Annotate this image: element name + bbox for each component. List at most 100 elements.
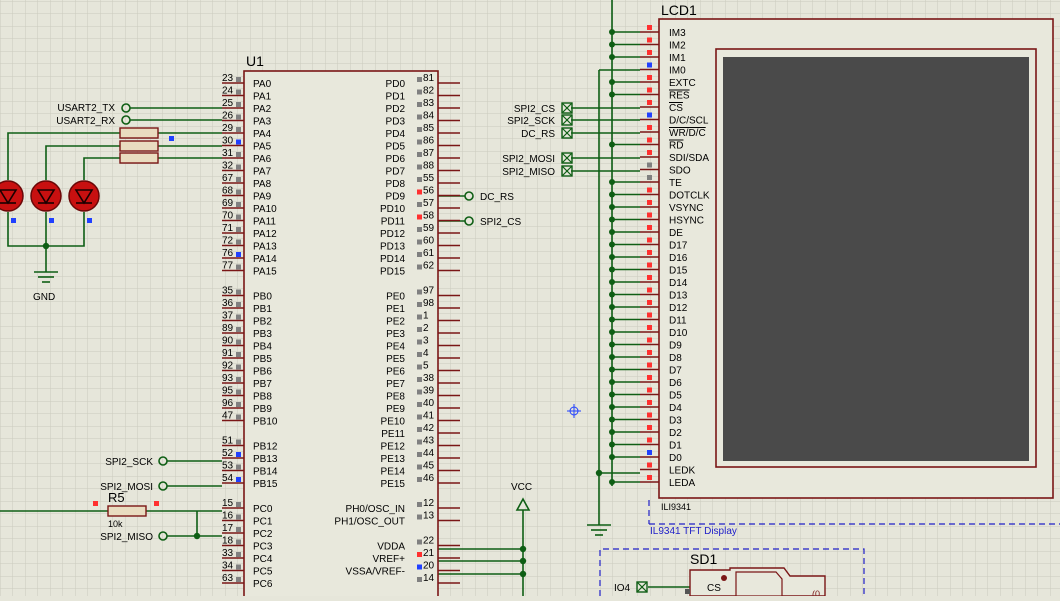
lcd-pin-marker (647, 87, 652, 93)
u1-pin-number: 63 (222, 573, 234, 584)
lcd-pin-label: WR/D/C (669, 128, 706, 139)
lcd-pin-label: HSYNC (669, 216, 704, 227)
u1-pin-label: PE9 (386, 404, 405, 415)
lcd-pin-label: IM1 (669, 53, 686, 64)
u1-pin-label: PA9 (253, 192, 272, 203)
u1-pin-marker (236, 389, 241, 395)
u1-pin-label: PB2 (253, 317, 272, 328)
resistor-pack[interactable] (119, 127, 159, 164)
u1-pin-number: 17 (222, 523, 234, 534)
u1-name: U1 (246, 53, 264, 69)
lcd-pin-marker (647, 300, 652, 305)
u1-pin-marker (236, 327, 241, 332)
u1-pin-number: 13 (423, 511, 435, 522)
u1-pin-label: PC6 (253, 579, 273, 590)
lcd-pin-label: D0 (669, 453, 682, 464)
u1-pin-number: 96 (222, 398, 234, 409)
lcd-terminal-label: SPI2_CS (514, 104, 555, 115)
u1-pin-label: PD13 (380, 242, 405, 253)
lcd-pin-marker (647, 162, 652, 168)
u1-pin-number: 39 (423, 386, 435, 397)
u1-pin-marker (417, 427, 422, 432)
u1-pin-marker (417, 452, 422, 457)
u1-pin-label: PA6 (253, 154, 272, 165)
u1-pin-label: PB5 (253, 354, 272, 365)
schematic-canvas[interactable]: GND R5 10k USART2_TX USART2_RX SPI2_SCK … (0, 0, 1060, 601)
u1-pin-marker (417, 464, 422, 470)
u1-pin-marker (236, 502, 241, 507)
u1-pin-label: PD11 (381, 217, 406, 228)
u1-pin-marker (236, 552, 241, 557)
lcd-pin-marker (647, 25, 652, 30)
lcd-part: ILI9341 (661, 502, 691, 512)
lcd-pin-marker (647, 237, 652, 243)
u1-pin-label: PB8 (253, 392, 272, 403)
sd-pin-cs: CS (707, 583, 721, 594)
label-dc-rs: DC_RS (480, 192, 514, 203)
lcd-pin-label: D5 (669, 391, 682, 402)
u1-pin-marker (417, 389, 422, 395)
u1-pin-marker (417, 202, 422, 207)
lcd-screen[interactable] (723, 57, 1029, 461)
lcd-pin-label: LEDK (669, 466, 695, 477)
u1-pin-label: PD10 (380, 204, 405, 215)
lcd-pin-label: EXTC (669, 78, 696, 89)
u1-pin-label: PE2 (386, 317, 405, 328)
lcd-pin-marker (647, 37, 652, 43)
u1-pin-label: PA12 (253, 229, 277, 240)
u1-pin-number: 31 (222, 148, 234, 159)
u1-pin-number: 59 (423, 223, 435, 234)
u1-pin-number: 55 (423, 173, 435, 184)
u1-pin-label: PB7 (253, 379, 272, 390)
u1-pin-marker (236, 114, 241, 120)
u1-pin-number: 54 (222, 473, 234, 484)
lcd-pin-label: DOTCLK (669, 191, 710, 202)
u1-pin-number: 67 (222, 173, 234, 184)
u1-pin-number: 37 (222, 311, 234, 322)
u1-pin-label: PD5 (386, 142, 406, 153)
lcd-pin-marker (647, 175, 652, 180)
u1-pin-label: PC0 (253, 504, 273, 515)
u1-pin-marker (236, 339, 241, 345)
lcd-pin-marker (647, 462, 652, 468)
u1-pin-number: 53 (222, 461, 234, 472)
u1-pin-number: 98 (423, 298, 435, 309)
lcd-desc: IL9341 TFT Display (650, 526, 737, 537)
u1-pin-label: PA0 (253, 79, 272, 90)
u1-pin-marker (417, 189, 422, 195)
u1-pin-label: PD15 (380, 267, 405, 278)
u1-pin-number: 29 (222, 123, 234, 134)
u1-pin-label: PD14 (380, 254, 405, 265)
u1-pin-number: 25 (222, 98, 234, 109)
u1-pin-marker (417, 364, 422, 370)
lcd-pin-marker (647, 150, 652, 155)
u1-pin-number: 24 (222, 86, 234, 97)
label-spi-sck: SPI2_SCK (105, 457, 153, 468)
schematic-svg[interactable]: GND R5 10k USART2_TX USART2_RX SPI2_SCK … (0, 0, 1060, 601)
u1-pin-label: PE7 (386, 379, 405, 390)
u1-pin-label: PA2 (253, 104, 272, 115)
u1-pin-number: 89 (222, 323, 234, 334)
u1-pin-marker (417, 239, 422, 245)
u1-pin-number: 81 (423, 73, 435, 84)
lcd-pin-marker (647, 437, 652, 443)
u1-pin-marker (236, 202, 241, 207)
u1-pin-marker (417, 327, 422, 332)
u1-pin-marker (236, 314, 241, 320)
u1-pin-number: 14 (423, 573, 435, 584)
u1-pin-marker (417, 139, 422, 145)
u1-pin-number: 42 (423, 423, 435, 434)
u1-pin-number: 20 (423, 561, 435, 572)
u1-pin-number: 35 (222, 286, 234, 297)
u1-pin-marker (236, 364, 241, 370)
u1-pin-number: 18 (222, 536, 234, 547)
u1-pin-label: PA3 (253, 117, 272, 128)
u1-pin-marker (236, 564, 241, 570)
u1-pin-marker (417, 127, 422, 132)
u1-pin-marker (417, 514, 422, 520)
u1-pin-number: 33 (222, 548, 234, 559)
u1-pin-marker (417, 264, 422, 270)
label-usart-tx: USART2_TX (57, 103, 115, 114)
u1-pin-marker (236, 577, 241, 582)
u1-pin-marker (417, 302, 422, 307)
